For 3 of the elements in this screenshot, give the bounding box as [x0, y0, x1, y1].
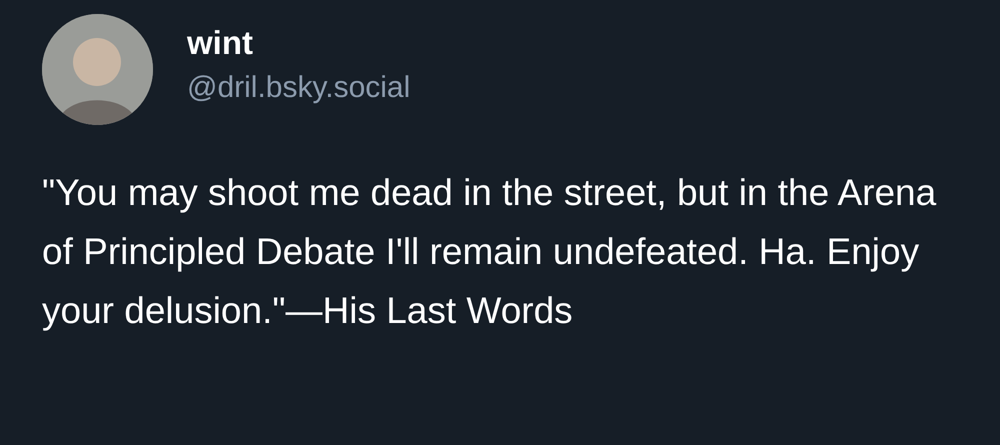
- author-handle[interactable]: @dril.bsky.social: [187, 69, 410, 107]
- post-text: "You may shoot me dead in the street, but in the Arena of Principled Debate I'll remain undefeated. Ha. Enjoy your delusion."—His Last Words: [42, 171, 938, 333]
- author-name[interactable]: wint: [187, 22, 410, 64]
